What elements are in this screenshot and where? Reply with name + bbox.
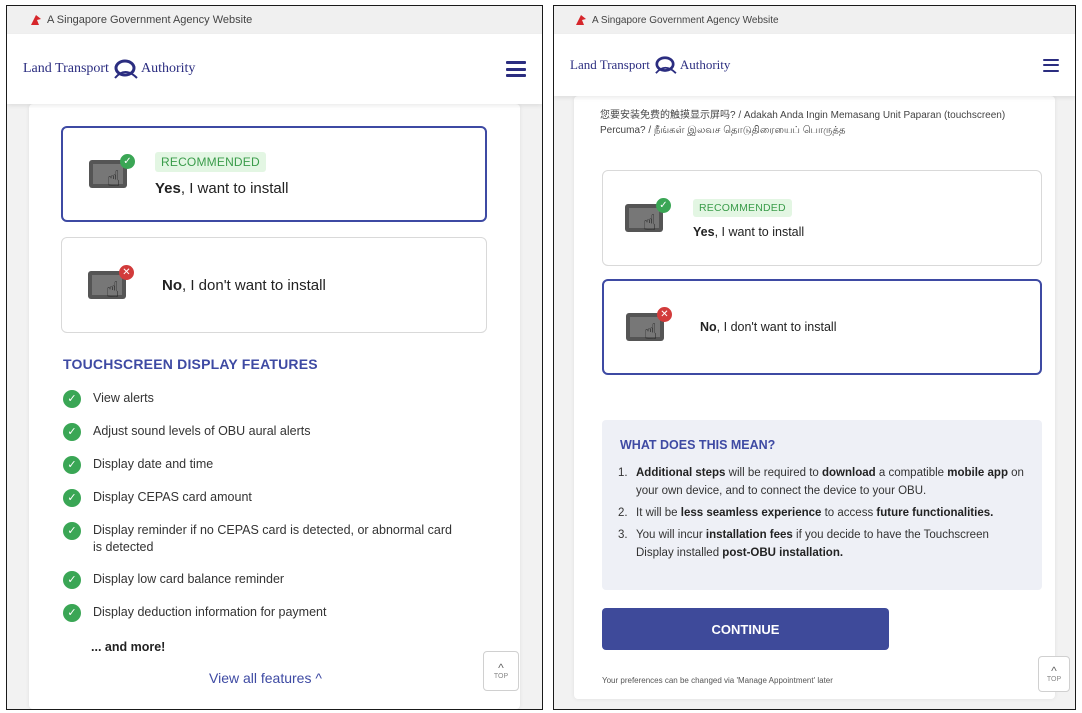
- info-list: 1. Additional steps will be required to d…: [618, 464, 1028, 566]
- option-no-text: , I don't want to install: [182, 276, 326, 294]
- content-card: 您要安装免费的触摸显示屏吗? / Adakah Anda Ingin Memas…: [574, 96, 1055, 699]
- hamburger-icon[interactable]: [1043, 58, 1059, 72]
- logo-text-right: Authority: [679, 57, 731, 72]
- option-yes-text: , I want to install: [714, 224, 805, 239]
- info-item-text: It will be less seamless experience to a…: [636, 507, 994, 519]
- check-icon: ✓: [63, 604, 81, 622]
- cross-icon: ✕: [657, 307, 672, 322]
- info-list-item: 2. It will be less seamless experience to…: [618, 504, 1028, 522]
- feature-item: ✓ Display deduction information for payme…: [63, 604, 463, 622]
- content-card: ☝ ✓ RECOMMENDED Yes, I want to install ☝ ✕…: [29, 104, 520, 709]
- left-screenshot-panel: A Singapore Government Agency Website La…: [6, 5, 543, 710]
- option-no-install[interactable]: ☝ ✕ No, I don't want to install: [602, 279, 1042, 375]
- info-item-number: 2.: [618, 507, 628, 519]
- option-no-bold: No: [162, 276, 182, 294]
- cross-icon: ✕: [119, 265, 134, 280]
- touchscreen-icon: ☝ ✕: [626, 307, 672, 347]
- recommended-badge: RECOMMENDED: [155, 151, 266, 172]
- features-title: TOUCHSCREEN DISPLAY FEATURES: [63, 356, 318, 372]
- top-label: TOP: [493, 672, 509, 680]
- right-screenshot-panel: A Singapore Government Agency Website La…: [553, 5, 1076, 710]
- preferences-footnote: Your preferences can be changed via 'Man…: [602, 676, 833, 685]
- feature-item: ✓ Display CEPAS card amount: [63, 489, 463, 507]
- scroll-to-top-button[interactable]: ^ TOP: [1038, 656, 1070, 692]
- option-no-text: , I don't want to install: [716, 320, 837, 334]
- option-yes-install[interactable]: ☝ ✓ RECOMMENDED Yes, I want to install: [602, 170, 1042, 266]
- check-icon: ✓: [63, 489, 81, 507]
- chevron-up-icon: ^: [1051, 663, 1057, 678]
- check-icon: ✓: [63, 456, 81, 474]
- top-label: TOP: [1046, 675, 1062, 683]
- touchscreen-icon: ☝ ✓: [625, 198, 671, 238]
- info-item-number: 1.: [618, 467, 628, 479]
- view-all-features-link[interactable]: View all features ^: [209, 670, 322, 686]
- touchscreen-icon: ☝ ✕: [88, 265, 134, 305]
- feature-item: ✓ Display reminder if no CEPAS card is de…: [63, 522, 463, 556]
- option-yes-install[interactable]: ☝ ✓ RECOMMENDED Yes, I want to install: [61, 126, 487, 222]
- chevron-up-icon: ^: [498, 660, 504, 675]
- continue-button[interactable]: CONTINUE: [602, 608, 889, 650]
- check-icon: ✓: [656, 198, 671, 213]
- logo-text-left: Land Transport: [23, 61, 109, 76]
- check-icon: ✓: [63, 522, 81, 540]
- feature-item: ✓ Display date and time: [63, 456, 463, 474]
- option-yes-bold: Yes: [155, 179, 181, 197]
- recommended-badge: RECOMMENDED: [693, 198, 792, 217]
- lta-logo-icon: [655, 56, 677, 74]
- lta-logo[interactable]: Land Transport Authority: [23, 58, 195, 80]
- gov-banner: A Singapore Government Agency Website: [7, 6, 542, 34]
- install-question: 您要安装免费的触摸显示屏吗? / Adakah Anda Ingin Memas…: [600, 110, 1006, 136]
- feature-item: ✓ Adjust sound levels of OBU aural alerts: [63, 423, 463, 441]
- gov-banner-text: A Singapore Government Agency Website: [592, 14, 779, 26]
- info-item-text: You will incur installation fees if you …: [636, 529, 989, 559]
- site-header: Land Transport Authority: [554, 34, 1075, 96]
- check-icon: ✓: [63, 571, 81, 589]
- site-header: Land Transport Authority: [7, 34, 542, 104]
- info-item-text: Additional steps will be required to dow…: [636, 467, 1024, 497]
- lta-logo[interactable]: Land Transport Authority: [570, 55, 730, 75]
- info-list-item: 3. You will incur installation fees if yo…: [618, 526, 1028, 562]
- option-yes-bold: Yes: [693, 224, 715, 239]
- info-list-item: 1. Additional steps will be required to d…: [618, 464, 1028, 500]
- option-no-install[interactable]: ☝ ✕ No, I don't want to install: [61, 237, 487, 333]
- check-icon: ✓: [120, 154, 135, 169]
- what-does-this-mean-box: WHAT DOES THIS MEAN? 1. Additional steps …: [602, 420, 1042, 590]
- touchscreen-icon: ☝ ✓: [89, 154, 135, 194]
- gov-banner: A Singapore Government Agency Website: [554, 6, 1075, 34]
- lion-icon: [31, 15, 41, 25]
- lion-icon: [576, 15, 586, 25]
- feature-item: ✓ View alerts: [63, 390, 463, 408]
- check-icon: ✓: [63, 423, 81, 441]
- option-yes-text: , I want to install: [180, 179, 289, 197]
- check-icon: ✓: [63, 390, 81, 408]
- lta-logo-icon: [114, 59, 138, 79]
- hamburger-icon[interactable]: [506, 61, 526, 77]
- gov-banner-text: A Singapore Government Agency Website: [47, 14, 253, 26]
- logo-text-left: Land Transport: [570, 57, 650, 72]
- logo-text-right: Authority: [140, 61, 196, 76]
- scroll-to-top-button[interactable]: ^ TOP: [483, 651, 519, 691]
- feature-list: ✓ View alerts ✓ Adjust sound levels of OBU…: [63, 390, 463, 622]
- info-title: WHAT DOES THIS MEAN?: [620, 438, 776, 452]
- option-no-bold: No: [700, 320, 717, 334]
- info-item-number: 3.: [618, 529, 628, 541]
- and-more-text: ... and more!: [91, 640, 166, 654]
- feature-item: ✓ Display low card balance reminder: [63, 571, 463, 589]
